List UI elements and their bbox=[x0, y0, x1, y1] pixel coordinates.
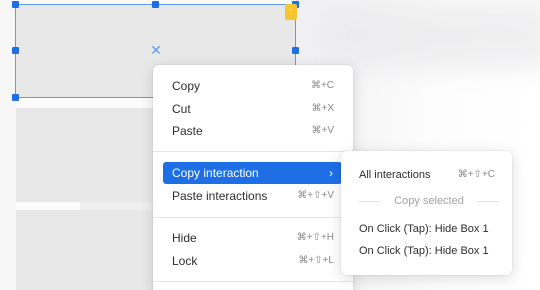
center-cross-icon: ✕ bbox=[150, 42, 162, 58]
menu-item-label: Copy bbox=[172, 79, 201, 93]
resize-handle-top-center[interactable] bbox=[152, 1, 159, 8]
menu-separator bbox=[153, 217, 353, 218]
resize-handle-bottom-left[interactable] bbox=[12, 94, 19, 101]
menu-item-copy[interactable]: Copy ⌘+C bbox=[163, 75, 342, 97]
chevron-right-icon: › bbox=[329, 166, 333, 180]
menu-item-shortcut: ⌘+V bbox=[311, 125, 334, 136]
submenu-section-heading: Copy selected bbox=[359, 190, 499, 212]
resize-handle-middle-left[interactable] bbox=[12, 47, 19, 54]
canvas-left-strip bbox=[0, 0, 16, 290]
menu-item-label: Hide bbox=[172, 231, 197, 245]
submenu-item-label: All interactions bbox=[359, 169, 431, 181]
box-3[interactable] bbox=[16, 210, 156, 290]
submenu-item-interaction[interactable]: On Click (Tap): Hide Box 1 bbox=[341, 218, 512, 240]
resize-handle-middle-right[interactable] bbox=[292, 47, 299, 54]
menu-item-label: Cut bbox=[172, 102, 191, 116]
menu-item-cut[interactable]: Cut ⌘+X bbox=[163, 98, 342, 120]
resize-handle-top-left[interactable] bbox=[12, 1, 19, 8]
submenu-item-interaction[interactable]: On Click (Tap): Hide Box 1 bbox=[341, 240, 512, 262]
menu-item-label: Paste interactions bbox=[172, 189, 268, 203]
copy-interaction-submenu: All interactions ⌘+⇧+C Copy selected On … bbox=[341, 151, 512, 275]
submenu-item-label: On Click (Tap): Hide Box 1 bbox=[359, 223, 489, 235]
menu-item-copy-interaction[interactable]: Copy interaction › bbox=[163, 162, 342, 184]
submenu-item-all-interactions[interactable]: All interactions ⌘+⇧+C bbox=[341, 164, 512, 186]
menu-item-paste[interactable]: Paste ⌘+V bbox=[163, 120, 342, 142]
menu-item-label: Copy interaction bbox=[172, 166, 259, 180]
menu-item-shortcut: ⌘+⇧+H bbox=[296, 232, 334, 243]
menu-item-label: Paste bbox=[172, 124, 203, 138]
menu-item-hide[interactable]: Hide ⌘+⇧+H bbox=[163, 227, 342, 249]
menu-item-shortcut: ⌘+X bbox=[311, 103, 334, 114]
submenu-item-label: On Click (Tap): Hide Box 1 bbox=[359, 245, 489, 257]
menu-item-lock[interactable]: Lock ⌘+⇧+L bbox=[163, 250, 342, 272]
lightning-icon[interactable]: ⚡ bbox=[285, 4, 297, 20]
box-divider bbox=[80, 202, 156, 210]
menu-separator bbox=[153, 281, 353, 282]
canvas-shadow bbox=[320, 0, 540, 70]
menu-item-shortcut: ⌘+C bbox=[310, 80, 334, 91]
menu-item-shortcut: ⌘+⇧+L bbox=[298, 255, 334, 266]
menu-item-paste-interactions[interactable]: Paste interactions ⌘+⇧+V bbox=[163, 185, 342, 207]
submenu-item-shortcut: ⌘+⇧+C bbox=[457, 169, 495, 180]
context-menu: Copy ⌘+C Cut ⌘+X Paste ⌘+V Copy interact… bbox=[153, 65, 353, 290]
menu-separator bbox=[153, 151, 353, 152]
menu-item-shortcut: ⌘+⇧+V bbox=[297, 190, 334, 201]
menu-item-label: Lock bbox=[172, 254, 198, 268]
box-2[interactable] bbox=[16, 108, 156, 202]
